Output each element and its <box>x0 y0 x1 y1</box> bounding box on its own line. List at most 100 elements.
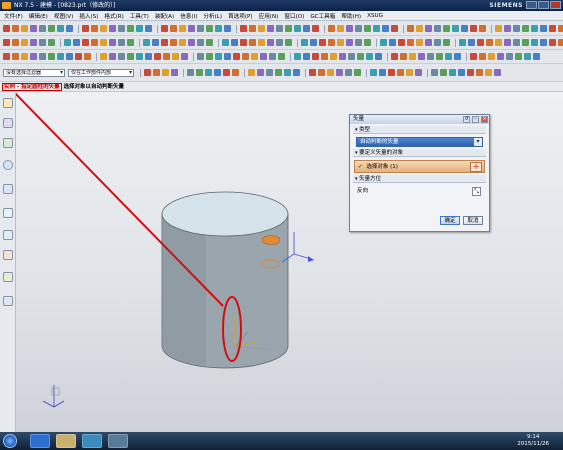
toolbar-tool-icon[interactable] <box>170 25 177 32</box>
toolbar-tool-icon[interactable] <box>558 39 563 46</box>
start-button[interactable] <box>3 434 17 448</box>
toolbar-tool-icon[interactable] <box>179 39 186 46</box>
object-section-header[interactable]: 要定义矢量的对象 <box>353 149 486 157</box>
menu-xsug[interactable]: XSUG <box>367 13 383 19</box>
toolbar-tool-icon[interactable] <box>3 25 10 32</box>
toolbar-tool-icon[interactable] <box>214 69 221 76</box>
toolbar-tool-icon[interactable] <box>397 69 404 76</box>
toolbar-tool-icon[interactable] <box>3 39 10 46</box>
toolbar-tool-icon[interactable] <box>161 25 168 32</box>
toolbar-tool-icon[interactable] <box>152 39 159 46</box>
toolbar-tool-icon[interactable] <box>294 25 301 32</box>
toolbar-tool-icon[interactable] <box>504 39 511 46</box>
toolbar-tool-icon[interactable] <box>12 53 19 60</box>
toolbar-tool-icon[interactable] <box>364 25 371 32</box>
toolbar-tool-icon[interactable] <box>416 25 423 32</box>
maximize-icon[interactable] <box>538 1 549 9</box>
toolbar-tool-icon[interactable] <box>468 39 475 46</box>
toolbar-tool-icon[interactable] <box>224 25 231 32</box>
toolbar-tool-icon[interactable] <box>285 25 292 32</box>
toolbar-tool-icon[interactable] <box>425 39 432 46</box>
toolbar-tool-icon[interactable] <box>345 69 352 76</box>
toolbar-tool-icon[interactable] <box>258 25 265 32</box>
toolbar-tool-icon[interactable] <box>170 39 177 46</box>
toolbar-tool-icon[interactable] <box>443 39 450 46</box>
system-materials-icon[interactable] <box>3 208 13 218</box>
toolbar-tool-icon[interactable] <box>30 39 37 46</box>
toolbar-tool-icon[interactable] <box>427 53 434 60</box>
toolbar-tool-icon[interactable] <box>461 25 468 32</box>
toolbar-tool-icon[interactable] <box>171 69 178 76</box>
menu-analysis[interactable]: 分析(L) <box>203 12 222 20</box>
toolbar-tool-icon[interactable] <box>558 25 563 32</box>
reverse-direction-icon[interactable]: ⤡ <box>472 187 481 196</box>
toolbar-tool-icon[interactable] <box>181 53 188 60</box>
toolbar-tool-icon[interactable] <box>398 39 405 46</box>
toolbar-tool-icon[interactable] <box>354 69 361 76</box>
menu-help[interactable]: 帮助(H) <box>341 12 361 20</box>
toolbar-tool-icon[interactable] <box>540 39 547 46</box>
toolbar-tool-icon[interactable] <box>522 39 529 46</box>
toolbar-tool-icon[interactable] <box>321 53 328 60</box>
toolbar-tool-icon[interactable] <box>12 39 19 46</box>
history-icon[interactable] <box>3 138 13 148</box>
toolbar-tool-icon[interactable] <box>540 25 547 32</box>
toolbar-tool-icon[interactable] <box>39 53 46 60</box>
toolbar-tool-icon[interactable] <box>266 69 273 76</box>
web-browser-icon[interactable] <box>3 160 13 170</box>
toolbar-tool-icon[interactable] <box>187 69 194 76</box>
toolbar-tool-icon[interactable] <box>513 25 520 32</box>
toolbar-tool-icon[interactable] <box>470 53 477 60</box>
toolbar-tool-icon[interactable] <box>293 69 300 76</box>
toolbar-tool-icon[interactable] <box>127 25 134 32</box>
toolbar-tool-icon[interactable] <box>303 53 310 60</box>
toolbar-tool-icon[interactable] <box>294 53 301 60</box>
toolbar-tool-icon[interactable] <box>30 53 37 60</box>
process-studio-icon[interactable] <box>3 230 13 240</box>
toolbar-tool-icon[interactable] <box>327 69 334 76</box>
explorer-icon[interactable] <box>56 434 76 448</box>
toolbar-tool-icon[interactable] <box>452 25 459 32</box>
menu-format[interactable]: 格式(R) <box>104 12 123 20</box>
toolbar-tool-icon[interactable] <box>531 39 538 46</box>
toolbar-tool-icon[interactable] <box>267 25 274 32</box>
toolbar-tool-icon[interactable] <box>400 53 407 60</box>
toolbar-tool-icon[interactable] <box>406 69 413 76</box>
toolbar-tool-icon[interactable] <box>224 53 231 60</box>
toolbar-tool-icon[interactable] <box>91 39 98 46</box>
toolbar-tool-icon[interactable] <box>64 39 71 46</box>
toolbar-tool-icon[interactable] <box>223 69 230 76</box>
toolbar-tool-icon[interactable] <box>248 69 255 76</box>
menu-file[interactable]: 文件(F) <box>4 12 23 20</box>
toolbar-tool-icon[interactable] <box>407 25 414 32</box>
toolbar-tool-icon[interactable] <box>391 53 398 60</box>
toolbar-tool-icon[interactable] <box>206 25 213 32</box>
toolbar-tool-icon[interactable] <box>391 25 398 32</box>
toolbar-tool-icon[interactable] <box>366 53 373 60</box>
toolbar-tool-icon[interactable] <box>109 53 116 60</box>
toolbar-tool-icon[interactable] <box>301 39 308 46</box>
toolbar-tool-icon[interactable] <box>409 53 416 60</box>
toolbar-tool-icon[interactable] <box>328 39 335 46</box>
toolbar-tool-icon[interactable] <box>312 25 319 32</box>
toolbar-tool-icon[interactable] <box>373 25 380 32</box>
toolbar-tool-icon[interactable] <box>206 53 213 60</box>
toolbar-tool-icon[interactable] <box>240 39 247 46</box>
toolbar-tool-icon[interactable] <box>531 25 538 32</box>
toolbar-tool-icon[interactable] <box>348 53 355 60</box>
toolbar-tool-icon[interactable] <box>136 53 143 60</box>
toolbar-tool-icon[interactable] <box>197 39 204 46</box>
toolbar-tool-icon[interactable] <box>57 53 64 60</box>
toolbar-tool-icon[interactable] <box>109 39 116 46</box>
toolbar-tool-icon[interactable] <box>486 39 493 46</box>
toolbar-tool-icon[interactable] <box>436 53 443 60</box>
toolbar-tool-icon[interactable] <box>48 39 55 46</box>
toolbar-tool-icon[interactable] <box>153 69 160 76</box>
toolbar-tool-icon[interactable] <box>39 25 46 32</box>
toolbar-tool-icon[interactable] <box>479 53 486 60</box>
toolbar-tool-icon[interactable] <box>172 53 179 60</box>
toolbar-tool-icon[interactable] <box>275 69 282 76</box>
toolbar-tool-icon[interactable] <box>476 69 483 76</box>
manufacturing-wizards-icon[interactable] <box>3 250 13 260</box>
toolbar-tool-icon[interactable] <box>100 39 107 46</box>
